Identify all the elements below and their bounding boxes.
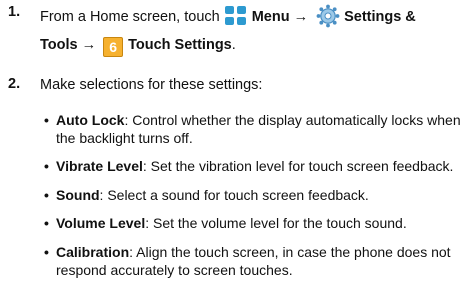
bullet-item: • Sound: Select a sound for touch screen…	[44, 186, 369, 204]
bullet-desc: : Align the touch screen, in case the ph…	[129, 244, 451, 260]
bullet-term: Volume Level	[56, 215, 146, 231]
step-1-prefix: From a Home screen, touch	[40, 9, 220, 25]
step-1-line-2: Tools → 6 Touch Settings.	[40, 36, 236, 57]
step-2-number: 2.	[8, 76, 21, 92]
bullet-term: Sound	[56, 187, 100, 203]
bullet-dot-icon: •	[44, 187, 49, 203]
bullet-desc: : Set the volume level for the touch sou…	[145, 215, 407, 231]
bullet-dot-icon: •	[44, 215, 49, 231]
bullet-term: Vibrate Level	[56, 158, 143, 174]
menu-label: Menu	[251, 9, 290, 25]
number-key-icon: 6	[103, 37, 124, 57]
bullet-dot-icon: •	[44, 112, 49, 128]
settings-label: Settings &	[344, 9, 416, 25]
bullet-desc-cont: respond accurately to screen touches.	[56, 262, 293, 278]
arrow-icon: →	[293, 9, 309, 25]
bullet-desc-cont: the backlight turns off.	[56, 130, 193, 146]
bullet-item: • Volume Level: Set the volume level for…	[44, 214, 407, 232]
bullet-term: Calibration	[56, 244, 130, 260]
step-1-line-1: From a Home screen, touch Menu → Settings …	[40, 4, 416, 28]
step-2-text: Make selections for these settings:	[40, 77, 263, 93]
instruction-page: 1. From a Home screen, touch Menu → Settin…	[0, 0, 472, 293]
step-1-number: 1.	[8, 4, 21, 20]
bullet-item: • Calibration: Align the touch screen, i…	[44, 243, 451, 279]
bullet-item: • Auto Lock: Control whether the display…	[44, 111, 461, 147]
bullet-term: Auto Lock	[56, 112, 125, 128]
tools-label: Tools	[40, 37, 78, 53]
bullet-dot-icon: •	[44, 158, 49, 174]
bullet-desc: : Set the vibration level for touch scre…	[142, 158, 454, 174]
touch-settings-label: Touch Settings	[128, 37, 232, 53]
settings-gear-icon	[316, 4, 340, 28]
bullet-desc: : Control whether the display automatica…	[124, 112, 461, 128]
menu-grid-icon	[224, 6, 247, 26]
bullet-desc: : Select a sound for touch screen feedba…	[99, 187, 369, 203]
step-1-period: .	[231, 37, 236, 53]
arrow-icon: →	[81, 37, 97, 53]
bullet-item: • Vibrate Level: Set the vibration level…	[44, 157, 454, 175]
bullet-dot-icon: •	[44, 244, 49, 260]
